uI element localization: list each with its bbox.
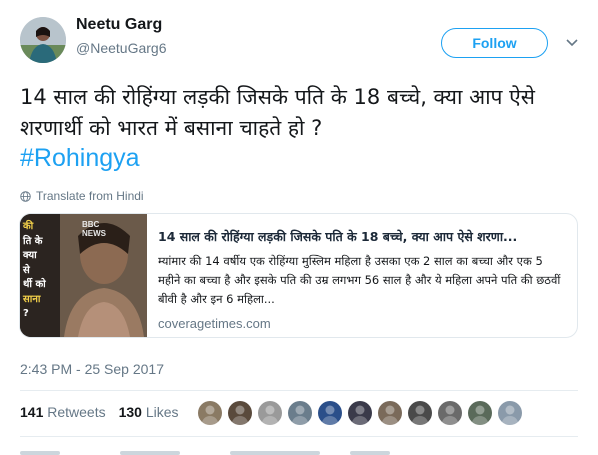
liker-avatar[interactable]: [198, 401, 222, 425]
user-name[interactable]: Neetu Garg: [76, 16, 162, 34]
retweets-stat[interactable]: 141 Retweets: [20, 404, 106, 420]
retweets-count: 141: [20, 404, 44, 420]
likes-stat[interactable]: 130 Likes: [119, 404, 179, 420]
translate-link[interactable]: Translate from Hindi: [20, 189, 144, 203]
liker-avatar[interactable]: [318, 401, 342, 425]
card-title[interactable]: 14 साल की रोहिंग्या लड़की जिसके पति के 1…: [158, 228, 568, 245]
avatar[interactable]: [20, 17, 66, 63]
globe-icon: [20, 190, 31, 202]
overlay-line: से: [23, 264, 30, 276]
bbc-news-badge: BBC NEWS: [82, 220, 106, 238]
retweets-label: Retweets: [47, 404, 106, 420]
liker-avatars: [198, 401, 522, 425]
overlay-line: ति के: [23, 235, 43, 247]
hashtag-link[interactable]: #Rohingya: [20, 144, 140, 173]
tweet-text: 14 साल की रोहिंग्या लड़की जिसके पति के 1…: [20, 85, 535, 140]
translate-label: Translate from Hindi: [36, 189, 144, 203]
card-description: म्यांमार की 14 वर्षीय एक रोहिंग्या मुस्ल…: [158, 254, 561, 306]
engagement-stats: 141 Retweets 130 Likes: [20, 404, 179, 420]
card-thumbnail: की ति के क्या से र्थी को साना ? BBC NEWS: [20, 214, 147, 337]
follow-button[interactable]: Follow: [441, 28, 548, 58]
liker-avatar[interactable]: [438, 401, 462, 425]
overlay-line: साना: [23, 293, 41, 305]
chevron-down-icon[interactable]: [565, 36, 579, 50]
overlay-line: ?: [23, 308, 29, 319]
liker-avatar[interactable]: [288, 401, 312, 425]
liker-avatar[interactable]: [378, 401, 402, 425]
divider: [20, 390, 578, 391]
likes-count: 130: [118, 404, 142, 420]
card-domain: coveragetimes.com: [158, 316, 271, 331]
action-bar-partial: [20, 451, 390, 455]
liker-avatar[interactable]: [348, 401, 372, 425]
user-handle[interactable]: @NeetuGarg6: [76, 40, 166, 56]
liker-avatar[interactable]: [468, 401, 492, 425]
overlay-line: र्थी को: [23, 279, 46, 290]
divider: [20, 436, 578, 437]
liker-avatar[interactable]: [258, 401, 282, 425]
avatar-image: [20, 17, 66, 63]
liker-avatar[interactable]: [498, 401, 522, 425]
link-card[interactable]: की ति के क्या से र्थी को साना ? BBC NEWS…: [19, 213, 578, 338]
card-image-overlay-text: की ति के क्या से र्थी को साना ?: [23, 220, 59, 322]
tweet-timestamp[interactable]: 2:43 PM - 25 Sep 2017: [20, 361, 164, 377]
overlay-line: की: [23, 221, 34, 232]
likes-label: Likes: [145, 404, 179, 420]
liker-avatar[interactable]: [228, 401, 252, 425]
liker-avatar[interactable]: [408, 401, 432, 425]
overlay-line: क्या: [23, 250, 37, 261]
